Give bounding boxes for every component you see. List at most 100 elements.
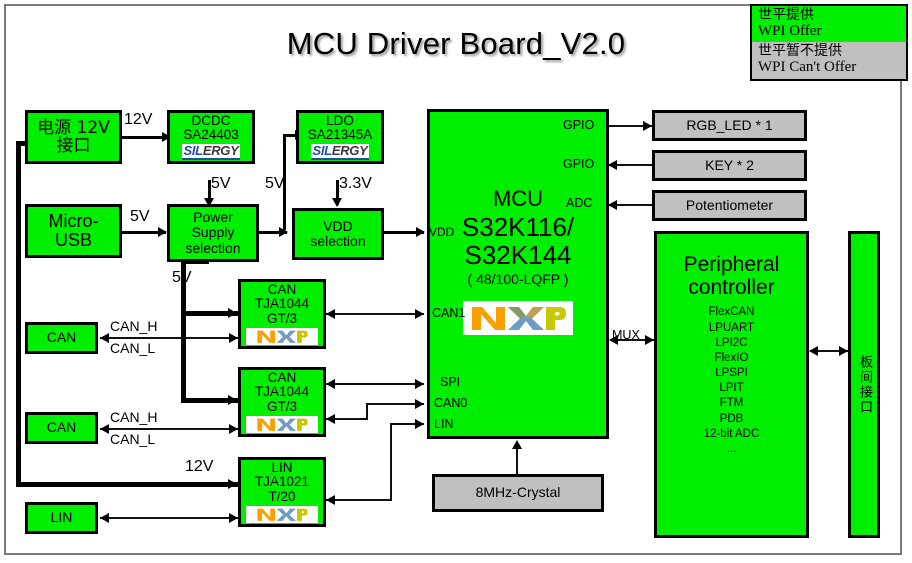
silergy-logo-dcdc-a: SIL [183, 142, 204, 158]
label-can-h-2: CAN_H [110, 409, 158, 425]
board-interface-label: 板间接口 [857, 354, 873, 415]
arrow-pot-adc [608, 200, 617, 210]
wire-cantx2-can0-b [366, 404, 368, 420]
dcdc-line1: DCDC [191, 112, 231, 128]
mcu-line4: ( 48/100-LQFP ) [467, 270, 569, 287]
block-power-12v[interactable]: 电源 12V 接口 [25, 110, 122, 164]
legend-row-not-offer: 世平暂不提供 WPI Can't Offer [752, 42, 906, 79]
arrow-lin-right [229, 513, 238, 523]
arrow-lintx-mcu-left [326, 495, 335, 505]
ldo-line2: SA21345A [307, 127, 373, 143]
label-5v-psel: 5V [172, 269, 192, 286]
block-rgb-led[interactable]: RGB_LED * 1 [652, 110, 807, 141]
peripheral-item: LPUART [708, 321, 755, 334]
arrow-can2-right [229, 424, 238, 434]
crystal-label: 8MHz-Crystal [475, 484, 561, 501]
arrow-5v-can2 [228, 395, 237, 405]
wire-can2-bus [100, 428, 238, 430]
arrow-crystal-mcu [512, 440, 522, 449]
block-board-interface[interactable]: 板间接口 [848, 231, 880, 538]
can-tx1-line2: TJA1044 [254, 296, 310, 312]
wire-5v-bus-vert [181, 259, 186, 316]
lin-tx-line1: LIN [271, 459, 293, 475]
legend-offer-cn: 世平提供 [758, 7, 814, 23]
arrow-12v-to-lin-tx [228, 479, 237, 489]
peripheral-item: FlexIO [714, 351, 749, 364]
block-ldo[interactable]: LDO SA21345A SILERGY [296, 110, 384, 164]
vddsel-line2: selection [310, 233, 366, 249]
wire-lintx-mcu-a [326, 499, 392, 501]
peripheral-item: ... [726, 442, 737, 455]
block-micro-usb[interactable]: Micro- USB [25, 204, 122, 258]
power-12v-line2: 接口 [56, 136, 91, 156]
lin-tx-line2: TJA1021 [254, 474, 310, 490]
legend-row-offer: 世平提供 WPI Offer [752, 6, 906, 43]
potentiometer-label: Potentiometer [685, 196, 774, 213]
lin-tx-line3: T/20 [268, 488, 296, 504]
block-can-connector-1[interactable]: CAN [25, 322, 98, 354]
arrow-key-gpio [608, 160, 617, 170]
micro-usb-line2: USB [54, 230, 92, 250]
silergy-logo-ldo: SILERGY [310, 143, 370, 161]
nxp-logo-cantx1 [246, 328, 318, 346]
pin-gpio-1: GPIO [563, 118, 595, 132]
pin-adc: ADC [566, 196, 593, 210]
arrow-vdd-mcu [416, 227, 425, 237]
block-peripheral-controller[interactable]: Peripheral controller FlexCAN LPUART LPI2C… [654, 231, 809, 538]
arrow-can1-right [229, 333, 238, 343]
block-lin-transceiver[interactable]: LIN TJA1021 T/20 [238, 457, 326, 527]
block-can-transceiver-1[interactable]: CAN TJA1044 GT/3 [238, 279, 326, 349]
psel-line1: Power [193, 209, 233, 226]
mcu-line2: S32K116/ [461, 211, 575, 242]
block-dcdc[interactable]: DCDC SA24403 SILERGY [167, 110, 255, 164]
can-tx1-line3: GT/3 [266, 310, 297, 326]
pin-can0: CAN0 [434, 396, 468, 410]
can-tx2-line3: GT/3 [266, 398, 297, 414]
block-can-transceiver-2[interactable]: CAN TJA1044 GT/3 [238, 367, 326, 437]
power-12v-line1: 电源 12V [37, 117, 110, 138]
pin-vdd: VDD [429, 225, 455, 239]
can-conn2-label: CAN [46, 419, 77, 436]
pin-mux: MUX [612, 328, 640, 342]
block-power-supply-selection[interactable]: Power Supply selection [167, 204, 259, 262]
peripheral-item: 12-bit ADC [703, 427, 760, 440]
block-can-connector-2[interactable]: CAN [25, 412, 98, 444]
arrow-periph-left [809, 346, 818, 356]
block-crystal[interactable]: 8MHz-Crystal [432, 474, 604, 512]
wire-12v-bus-bottom [16, 482, 238, 487]
block-potentiometer[interactable]: Potentiometer [652, 190, 807, 221]
legend-not-offer-en: WPI Can't Offer [758, 59, 857, 76]
nxp-logo-mcu-svg [472, 307, 566, 331]
peripheral-item: FlexCAN [708, 306, 755, 319]
legend: 世平提供 WPI Offer 世平暂不提供 WPI Can't Offer [750, 4, 908, 81]
arrow-mux-right [645, 335, 654, 345]
silergy-logo-dcdc-b: ERGY [202, 142, 239, 158]
label-can-l-2: CAN_L [110, 431, 156, 447]
wire-5v-bus-vert2 [181, 311, 186, 403]
block-vdd-selection[interactable]: VDD selection [292, 208, 384, 260]
label-can-h-1: CAN_H [110, 318, 158, 334]
peripheral-line2: controller [688, 275, 775, 299]
legend-offer-en: WPI Offer [758, 23, 822, 40]
nxp-logo-mcu [463, 301, 573, 336]
wire-can1-bus [100, 337, 238, 339]
label-33v: 3.3V [339, 175, 372, 192]
arrow-psel-vddsel [279, 227, 288, 237]
nxp-logo-lintx [246, 506, 318, 524]
arrow-can1-left [100, 333, 109, 343]
arrow-5v-can1 [228, 308, 237, 318]
arrow-gpio-rgbled [643, 121, 652, 131]
label-12v-a: 12V [124, 111, 153, 128]
arrow-cantx2-spi-left [326, 379, 335, 389]
peripheral-item: PDB [719, 412, 744, 425]
block-key[interactable]: KEY * 2 [652, 150, 807, 181]
peripheral-item: LPIT [719, 382, 744, 395]
pin-lin: LIN [434, 417, 454, 431]
arrow-cantx2-spi-right [415, 379, 424, 389]
peripheral-item: FTM [719, 397, 744, 410]
mcu-line3: S32K144 [464, 239, 572, 270]
wire-lin-bus [100, 517, 238, 519]
peripheral-item: LPSPI [715, 367, 748, 380]
wire-lintx-mcu-b [390, 424, 392, 500]
block-lin-connector[interactable]: LIN [25, 502, 98, 534]
